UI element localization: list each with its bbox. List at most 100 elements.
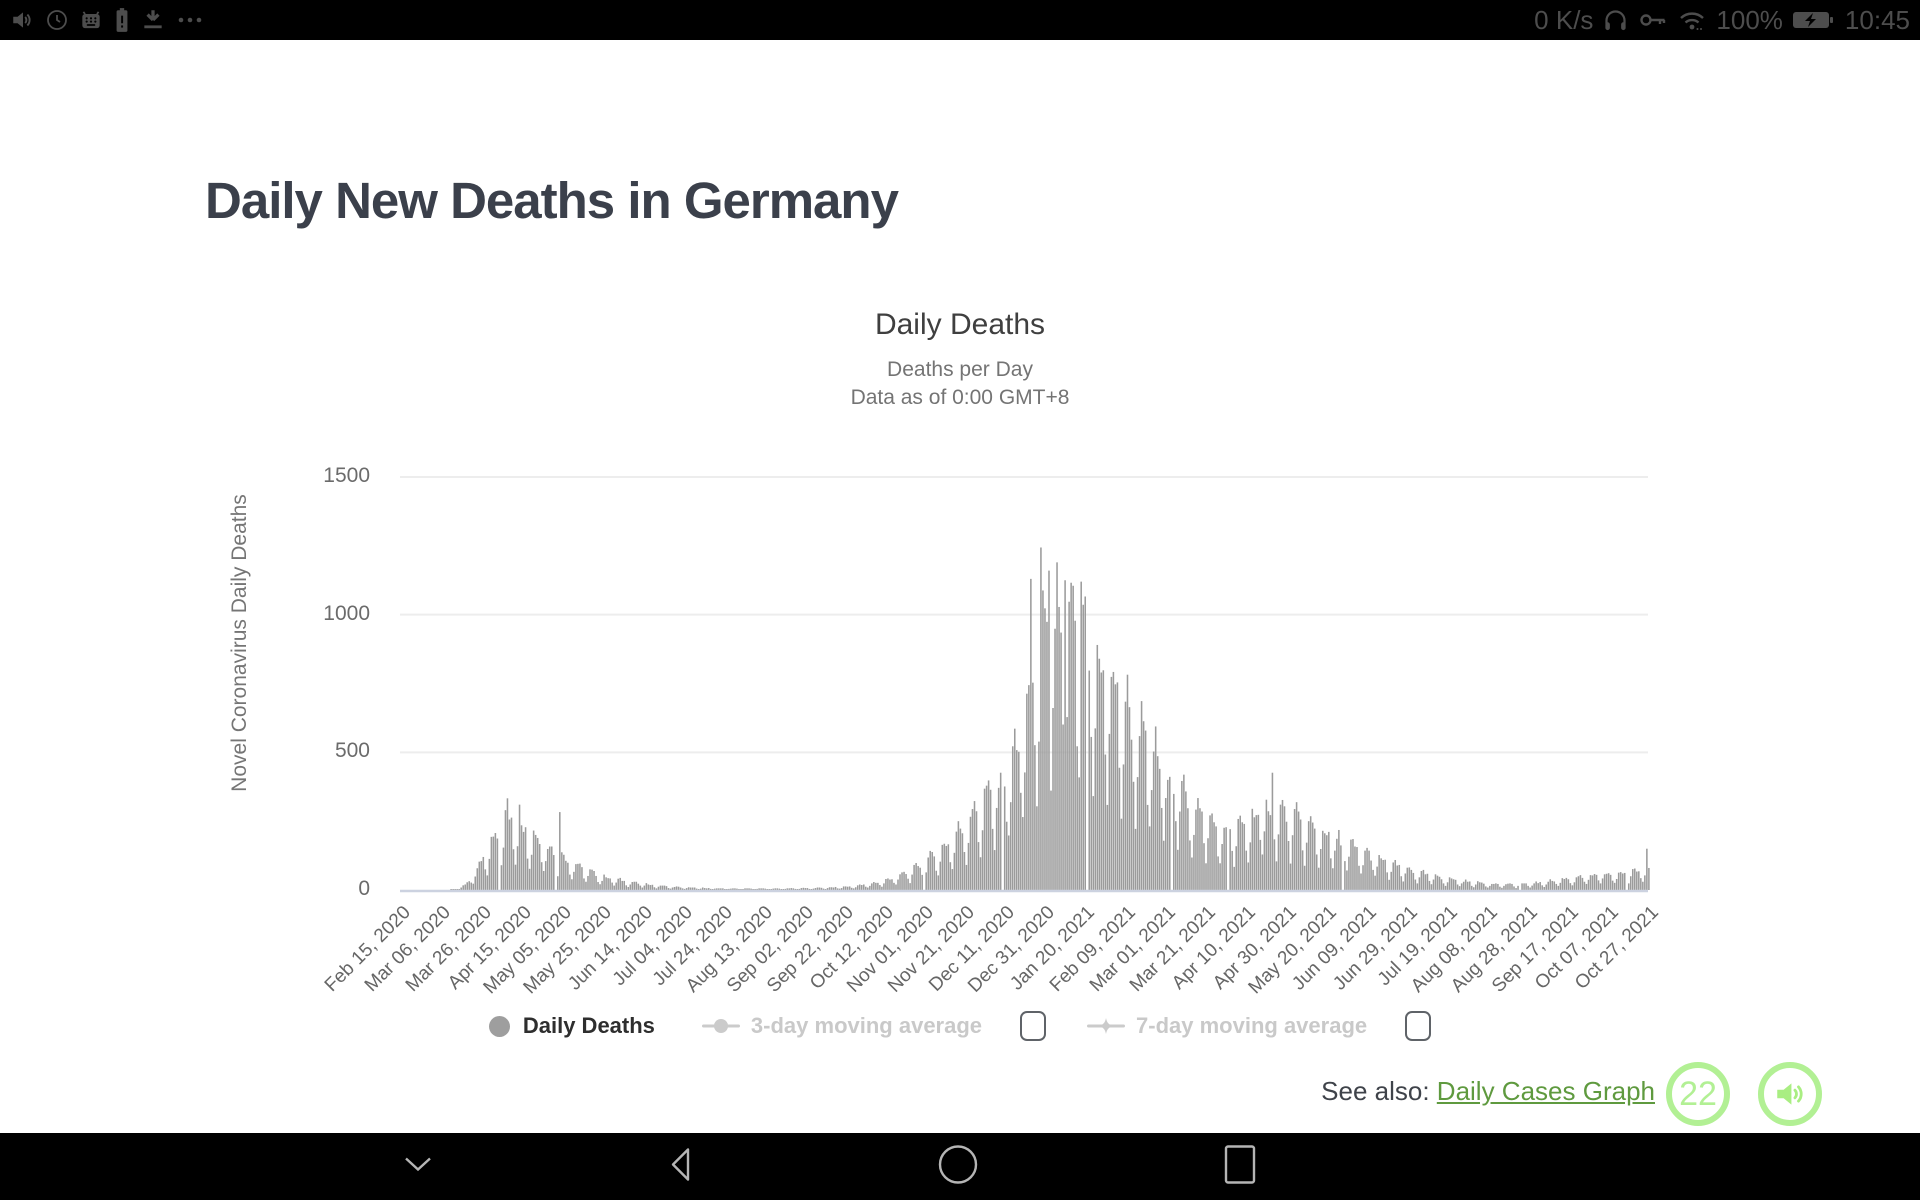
bar (1179, 812, 1181, 890)
notification-badge[interactable]: 22 (1666, 1062, 1730, 1126)
bar (1328, 832, 1330, 890)
bar (487, 875, 489, 890)
bar (1515, 888, 1517, 890)
bar (1022, 817, 1024, 890)
bar-plot-area[interactable] (400, 430, 1652, 900)
bar (1304, 866, 1306, 890)
daily-cases-graph-link[interactable]: Daily Cases Graph (1437, 1076, 1655, 1106)
bar (666, 886, 668, 890)
bar (650, 885, 652, 890)
legend: Daily Deaths 3-day moving average (270, 1008, 1650, 1044)
y-tick-label: 1000 (290, 602, 370, 626)
bar (1131, 740, 1133, 890)
bar (805, 888, 807, 890)
bar (1082, 605, 1084, 890)
back-icon[interactable] (666, 1145, 694, 1188)
bar (1344, 861, 1346, 890)
bar (1390, 872, 1392, 890)
bar (690, 888, 692, 890)
legend-item-7day-avg[interactable]: 7-day moving average (1086, 1013, 1367, 1039)
bar (1551, 881, 1553, 890)
bar (474, 877, 476, 890)
bar (1580, 875, 1582, 890)
bar (1288, 841, 1290, 890)
bar (1076, 746, 1078, 890)
bar (827, 888, 829, 890)
hide-nav-icon[interactable] (402, 1155, 434, 1178)
bar (1646, 849, 1648, 890)
bar (1356, 847, 1358, 890)
bar (907, 879, 909, 890)
bar (1584, 882, 1586, 890)
bar (942, 845, 944, 890)
bar (1213, 822, 1215, 890)
bar (1407, 868, 1409, 890)
bar (1463, 882, 1465, 890)
bar (1394, 860, 1396, 890)
bar (1280, 805, 1282, 890)
bar (1072, 586, 1074, 890)
bar (1350, 840, 1352, 890)
bar (891, 879, 893, 890)
recents-icon[interactable] (1223, 1143, 1257, 1190)
bar (1097, 645, 1099, 890)
bar (1326, 835, 1328, 890)
seven-day-checkbox[interactable] (1405, 1011, 1431, 1041)
bar (1429, 881, 1431, 890)
bar (1034, 745, 1036, 890)
bar (505, 810, 507, 890)
bar (462, 885, 464, 890)
bar (829, 887, 831, 890)
bar (944, 844, 946, 890)
bar (865, 887, 867, 890)
legend-item-3day-avg[interactable]: 3-day moving average (701, 1013, 982, 1039)
bar (1469, 881, 1471, 890)
bar (1376, 867, 1378, 890)
bar (1038, 742, 1040, 890)
bar (1169, 777, 1171, 890)
bar (1296, 802, 1298, 890)
bar (869, 886, 871, 890)
bar (1401, 876, 1403, 890)
bar (1427, 874, 1429, 890)
bar (791, 888, 793, 890)
y-axis-title: Novel Coronavirus Daily Deaths (228, 494, 252, 792)
bar (642, 888, 644, 890)
bar (1638, 871, 1640, 890)
bar (1127, 675, 1129, 890)
bar (501, 865, 503, 890)
bar (1111, 677, 1113, 890)
bar (1046, 622, 1048, 890)
bar (1543, 887, 1545, 890)
bar (1189, 840, 1191, 890)
bar (1594, 874, 1596, 890)
bar (1129, 707, 1131, 890)
bar (1392, 862, 1394, 890)
bar (1549, 879, 1551, 890)
bar (833, 888, 835, 890)
bar (668, 888, 670, 890)
bar (1084, 596, 1086, 890)
legend-item-daily-deaths[interactable]: Daily Deaths (489, 1013, 655, 1039)
three-day-checkbox[interactable] (1020, 1011, 1046, 1041)
bar (1282, 800, 1284, 890)
home-icon[interactable] (936, 1142, 980, 1191)
bar (1187, 808, 1189, 890)
bar (1465, 880, 1467, 890)
bar (931, 852, 933, 890)
bar (978, 842, 980, 890)
bar (1644, 875, 1646, 890)
bar (1527, 886, 1529, 890)
net-speed: 0 K/s (1534, 5, 1593, 36)
speaker-button[interactable] (1758, 1062, 1822, 1126)
bar (1125, 702, 1127, 890)
battery-charging-icon (1792, 8, 1836, 32)
bar (1576, 877, 1578, 890)
bar (1199, 808, 1201, 890)
bar (1266, 800, 1268, 890)
bar (905, 874, 907, 890)
bar (887, 878, 889, 890)
bar (1398, 865, 1400, 890)
bar (1044, 608, 1046, 890)
bar (607, 878, 609, 890)
